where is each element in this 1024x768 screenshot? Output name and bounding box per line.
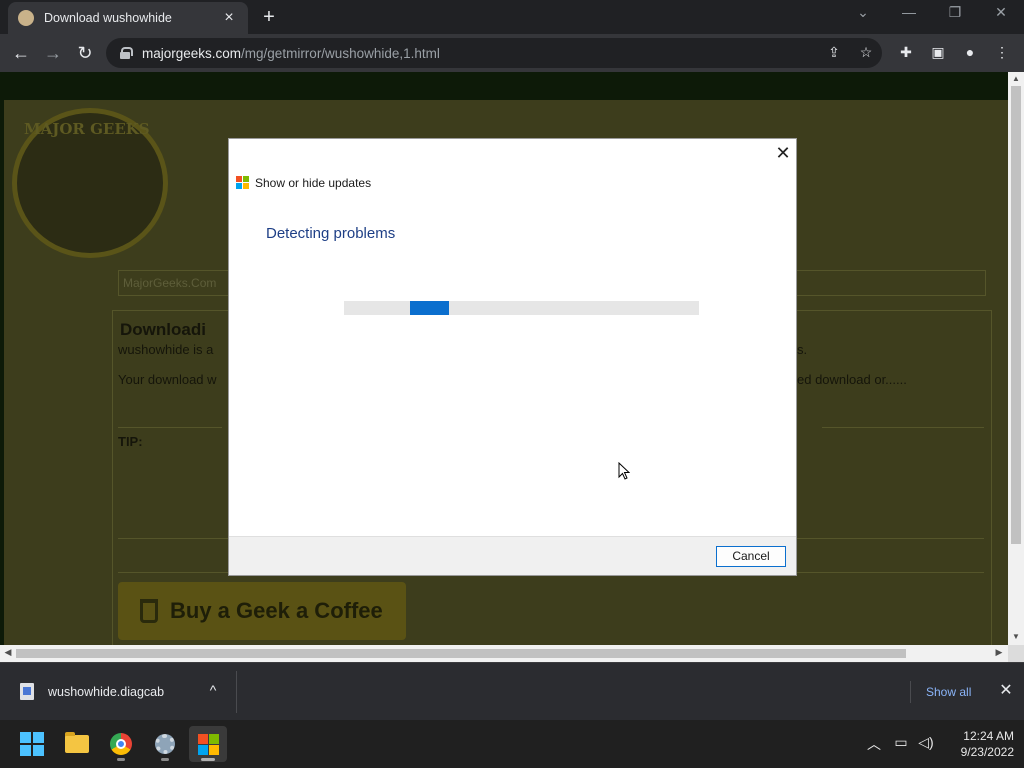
download-shelf: wushowhide.diagcab ^ Show all ✕ bbox=[0, 662, 1024, 720]
scrollbar-corner bbox=[1008, 645, 1024, 662]
url-path: /mg/getmirror/wushowhide,1.html bbox=[241, 45, 440, 61]
download-file-name[interactable]: wushowhide.diagcab bbox=[48, 685, 164, 699]
browser-tab[interactable]: Download wushowhide × bbox=[8, 2, 248, 34]
horizontal-scroll-thumb[interactable] bbox=[16, 649, 906, 658]
forward-button[interactable]: → bbox=[42, 42, 64, 64]
divider bbox=[118, 538, 228, 539]
horizontal-scrollbar[interactable]: ◀ ▶ bbox=[0, 645, 1008, 662]
download-status-text-end: ed download or...... bbox=[797, 372, 907, 387]
window-close-button[interactable]: ✕ bbox=[986, 4, 1016, 21]
running-indicator bbox=[201, 758, 215, 761]
tab-close-button[interactable]: × bbox=[220, 9, 238, 27]
divider bbox=[118, 427, 222, 428]
description-text: wushowhide is a bbox=[118, 342, 214, 357]
start-button[interactable] bbox=[13, 726, 51, 762]
scroll-up-arrow-icon[interactable]: ▲ bbox=[1008, 74, 1024, 83]
clock-date: 9/23/2022 bbox=[960, 745, 1014, 759]
progress-bar-fill bbox=[410, 301, 449, 315]
cancel-button[interactable]: Cancel bbox=[716, 546, 786, 567]
network-icon[interactable]: ▭ bbox=[891, 734, 911, 751]
address-bar[interactable]: majorgeeks.com/mg/getmirror/wushowhide,1… bbox=[106, 38, 882, 68]
close-shelf-button[interactable]: ✕ bbox=[996, 680, 1016, 700]
extensions-icon[interactable]: ✚ bbox=[896, 44, 916, 61]
description-text-end: s. bbox=[797, 342, 808, 357]
tab-search-button[interactable]: ⌄ bbox=[848, 4, 878, 21]
download-heading: Downloadi bbox=[120, 320, 206, 339]
download-status-text: Your download w bbox=[118, 372, 217, 387]
running-indicator bbox=[161, 758, 169, 761]
show-hide-updates-dialog: ✕ Show or hide updates Detecting problem… bbox=[228, 138, 797, 576]
clock-time: 12:24 AM bbox=[963, 729, 1014, 743]
settings-button[interactable] bbox=[146, 726, 184, 762]
scroll-right-arrow-icon[interactable]: ▶ bbox=[992, 647, 1006, 658]
chrome-icon bbox=[110, 733, 132, 755]
troubleshooter-icon bbox=[197, 733, 219, 755]
progress-bar bbox=[344, 301, 699, 315]
volume-icon[interactable]: ◁) bbox=[916, 734, 936, 751]
running-indicator bbox=[117, 758, 125, 761]
reload-button[interactable]: ↻ bbox=[74, 42, 96, 64]
lock-icon[interactable] bbox=[120, 47, 133, 59]
dialog-title: Show or hide updates bbox=[255, 176, 372, 190]
side-panel-icon[interactable]: ▣ bbox=[928, 44, 948, 61]
restore-button[interactable]: ❐ bbox=[940, 4, 970, 21]
divider bbox=[822, 427, 984, 428]
diagcab-file-icon bbox=[20, 683, 34, 700]
start-icon bbox=[20, 732, 44, 756]
dialog-footer: Cancel bbox=[229, 536, 796, 575]
tab-bar: Download wushowhide × + ⌄ — ❐ ✕ bbox=[0, 0, 1024, 34]
menu-icon[interactable]: ⋮ bbox=[992, 44, 1012, 61]
minimize-button[interactable]: — bbox=[894, 4, 924, 20]
buy-coffee-label: Buy a Geek a Coffee bbox=[170, 598, 383, 623]
coffee-cup-icon bbox=[140, 599, 158, 623]
tab-title: Download wushowhide bbox=[44, 11, 172, 25]
windows-logo-icon bbox=[236, 176, 250, 190]
scroll-left-arrow-icon[interactable]: ◀ bbox=[1, 647, 15, 658]
share-icon[interactable]: ⇪ bbox=[824, 44, 844, 61]
troubleshooter-button[interactable] bbox=[189, 726, 227, 762]
chevron-up-icon[interactable]: ︿ bbox=[864, 734, 884, 754]
dialog-close-button[interactable]: ✕ bbox=[773, 143, 793, 163]
back-button[interactable]: ← bbox=[10, 42, 32, 64]
url-host: majorgeeks.com bbox=[142, 45, 242, 61]
shelf-separator bbox=[910, 681, 911, 703]
file-explorer-button[interactable] bbox=[58, 726, 96, 762]
divider bbox=[797, 538, 984, 539]
scroll-down-arrow-icon[interactable]: ▼ bbox=[1008, 632, 1024, 641]
new-tab-button[interactable]: + bbox=[258, 6, 280, 29]
favicon-icon bbox=[18, 10, 34, 26]
browser-toolbar: ← → ↻ majorgeeks.com/mg/getmirror/wushow… bbox=[0, 34, 1024, 72]
vertical-scroll-thumb[interactable] bbox=[1011, 86, 1021, 544]
download-options-caret-icon[interactable]: ^ bbox=[204, 682, 222, 698]
file-explorer-icon bbox=[65, 732, 89, 753]
profile-icon[interactable]: ● bbox=[960, 44, 980, 60]
site-logo-text: MAJOR GEEKS bbox=[24, 120, 150, 138]
vertical-scrollbar[interactable]: ▲ ▼ bbox=[1008, 72, 1024, 645]
mouse-cursor-icon bbox=[618, 462, 630, 480]
shelf-separator bbox=[236, 671, 237, 713]
show-all-button[interactable]: Show all bbox=[926, 685, 971, 699]
star-icon[interactable]: ☆ bbox=[856, 44, 876, 61]
system-clock[interactable]: 12:24 AM 9/23/2022 bbox=[944, 728, 1014, 760]
chrome-button[interactable] bbox=[102, 726, 140, 762]
detecting-problems-heading: Detecting problems bbox=[266, 225, 396, 242]
tip-label: TIP: bbox=[118, 434, 143, 449]
taskbar: ︿ ▭ ◁) 12:24 AM 9/23/2022 bbox=[0, 720, 1024, 768]
buy-coffee-button[interactable]: Buy a Geek a Coffee bbox=[118, 582, 406, 640]
settings-icon bbox=[155, 734, 175, 754]
